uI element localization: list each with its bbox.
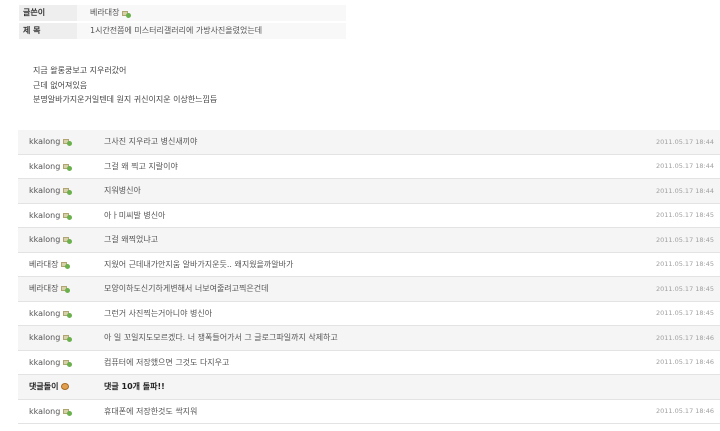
comment-author[interactable]: kkalong <box>29 308 73 318</box>
comment-text: 컴퓨터에 저장했으면 그것도 다지우고 <box>104 357 230 367</box>
comment-author[interactable]: kkalong <box>29 161 73 171</box>
comment-author-name: kkalong <box>29 186 61 196</box>
emote-icon <box>61 383 70 391</box>
comment-row: kkalong 그사진 지우라고 병신새끼야 2011.05.17 18:44 <box>18 130 720 155</box>
user-icon <box>63 163 73 171</box>
comment-author[interactable]: kkalong <box>29 406 73 416</box>
post-body: 지금 왈롱쿵보고 지우러갔어 근데 없어져있음 분명알바가지운거일텐데 원지 귀… <box>33 64 217 108</box>
comment-date: 2011.05.17 18:44 <box>655 186 714 195</box>
user-icon <box>122 10 132 18</box>
comment-text: 지웠어 근데내가안지움 알바가지운듯.. 왜지웠을까알바가 <box>104 259 294 269</box>
comment-row: kkalong 아 일 꼬일지도모르겠다. 너 쟁폭들어가서 그 글로그파일까지 … <box>18 326 720 351</box>
comment-date: 2011.05.17 18:45 <box>655 309 714 318</box>
comment-row: kkalong 컴퓨터에 저장했으면 그것도 다지우고 2011.05.17 18:… <box>18 351 720 375</box>
comment-author-name: kkalong <box>29 210 61 220</box>
comment-row: 댓글돌이 댓글 10개 돌파!! <box>18 375 720 400</box>
comment-date: 2011.05.17 18:44 <box>655 162 714 171</box>
post-body-line: 분명알바가지운거일텐데 원지 귀신이지운 이상한느낌듬 <box>33 95 218 104</box>
comment-author-name: kkalong <box>29 308 61 318</box>
comment-author[interactable]: 베라대장 <box>29 283 71 294</box>
user-icon <box>63 138 73 147</box>
comment-author-name: kkalong <box>29 406 61 416</box>
author-value: 베라대장 <box>77 5 346 21</box>
user-icon <box>63 187 73 196</box>
comment-text: 그걸 왜찍었냐고 <box>104 235 159 245</box>
post-body-line: 지금 왈롱쿵보고 지우러갔어 <box>33 66 127 75</box>
title-label: 제 목 <box>19 23 77 39</box>
comment-text: 모양이하도신기하게변해서 너보여줄려고찍은건데 <box>104 284 269 294</box>
author-label: 글쓴이 <box>19 5 77 21</box>
comment-text: 지워병신아 <box>104 186 141 196</box>
comment-row: kkalong 아ㅏ미씨발 병신아 2011.05.17 18:45 <box>18 204 720 228</box>
user-icon <box>63 236 73 245</box>
comment-text: 휴대폰에 저장한것도 싹지워 <box>104 406 198 416</box>
user-icon <box>61 261 71 269</box>
comment-author[interactable]: kkalong <box>29 137 73 147</box>
comment-text: 그걸 왜 찍고 지랄이야 <box>104 161 178 171</box>
comment-row: kkalong 지워병신아 2011.05.17 18:44 <box>18 179 720 204</box>
comment-author[interactable]: kkalong <box>29 357 73 367</box>
post-title: 1시간전쯤에 미스터리갤러리에 가방사진올렸었는데 <box>77 23 346 39</box>
comment-author-name: kkalong <box>29 161 61 171</box>
comment-date: 2011.05.17 18:44 <box>655 137 714 146</box>
comment-author-name: 댓글돌이 <box>29 382 59 392</box>
title-row: 제 목 1시간전쯤에 미스터리갤러리에 가방사진올렸었는데 <box>19 23 346 39</box>
comment-list: kkalong 그사진 지우라고 병신새끼야 2011.05.17 18:44 kka… <box>18 130 720 424</box>
comment-row: kkalong 그런거 사진찍는거아니야 병신아 2011.05.17 18:45 <box>18 302 720 326</box>
comment-author-name: kkalong <box>29 333 61 343</box>
author-row: 글쓴이 베라대장 <box>19 5 346 21</box>
comment-author[interactable]: kkalong <box>29 235 73 245</box>
comment-text: 그런거 사진찍는거아니야 병신아 <box>104 308 213 318</box>
comment-author-name: kkalong <box>29 235 61 245</box>
user-icon <box>63 408 73 416</box>
comment-text: 아 일 꼬일지도모르겠다. 너 쟁폭들어가서 그 글로그파일까지 삭제하고 <box>104 333 338 343</box>
user-icon <box>63 212 73 220</box>
post-meta: 글쓴이 베라대장 제 목 1시간전쯤에 미스터리갤러리에 가방사진올렸었는데 <box>19 5 346 41</box>
user-icon <box>63 334 73 343</box>
comment-row: kkalong 휴대폰에 저장한것도 싹지워 2011.05.17 18:46 <box>18 400 720 424</box>
comment-date: 2011.05.17 18:46 <box>655 358 714 367</box>
user-icon <box>63 359 73 367</box>
user-icon <box>61 285 71 294</box>
post-body-line: 근데 없어져있음 <box>33 80 88 90</box>
comment-row: kkalong 그걸 왜찍었냐고 2011.05.17 18:45 <box>18 228 720 253</box>
comment-author[interactable]: 댓글돌이 <box>29 381 70 392</box>
comment-date: 2011.05.17 18:45 <box>655 260 714 269</box>
comment-text: 그사진 지우라고 병신새끼야 <box>104 137 198 147</box>
author-name[interactable]: 베라대장 <box>90 5 119 21</box>
comment-row: 베라대장 지웠어 근데내가안지움 알바가지운듯.. 왜지웠을까알바가 2011.05… <box>18 253 720 277</box>
comment-author[interactable]: kkalong <box>29 210 73 220</box>
comment-author[interactable]: kkalong <box>29 333 73 343</box>
comment-text: 댓글 10개 돌파!! <box>104 382 165 392</box>
comment-date: 2011.05.17 18:45 <box>655 284 714 293</box>
comment-date: 2011.05.17 18:46 <box>655 333 714 342</box>
comment-author[interactable]: kkalong <box>29 186 73 196</box>
user-icon <box>63 310 73 318</box>
comment-author-name: 베라대장 <box>29 259 59 269</box>
comment-author-name: 베라대장 <box>29 284 59 294</box>
comment-row: kkalong 그걸 왜 찍고 지랄이야 2011.05.17 18:44 <box>18 155 720 179</box>
comment-date: 2011.05.17 18:45 <box>655 211 714 220</box>
comment-author-name: kkalong <box>29 137 61 147</box>
comment-date: 2011.05.17 18:45 <box>655 235 714 244</box>
comment-author[interactable]: 베라대장 <box>29 259 71 270</box>
comment-row: 베라대장 모양이하도신기하게변해서 너보여줄려고찍은건데 2011.05.17 18… <box>18 277 720 302</box>
comment-author-name: kkalong <box>29 357 61 367</box>
comment-text: 아ㅏ미씨발 병신아 <box>104 210 166 220</box>
comment-date: 2011.05.17 18:46 <box>655 407 714 416</box>
